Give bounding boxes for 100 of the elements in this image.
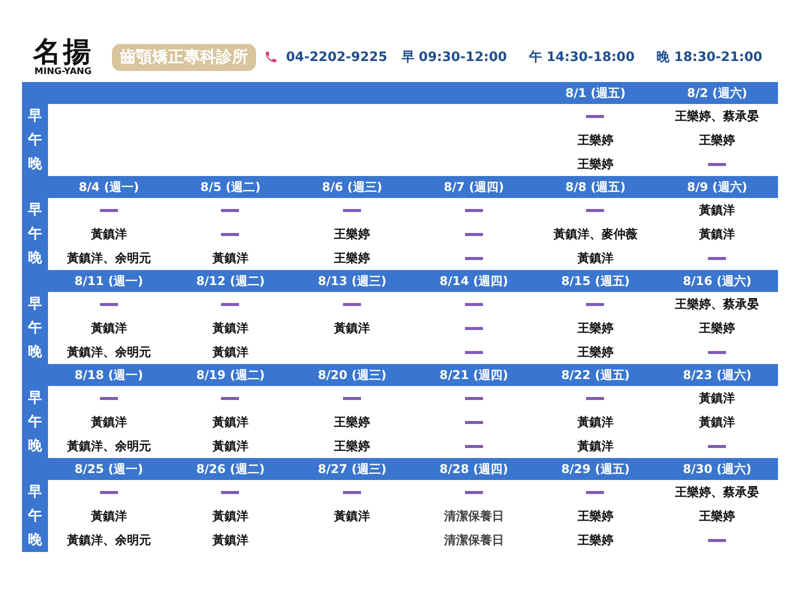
doctor-name: 王樂婷 [334,414,370,430]
date-header: 8/19 (週二) [170,364,292,386]
dash-icon [343,302,362,306]
doctor-name: 王樂婷 [334,226,370,242]
doctor-name: 黃鎮洋 [577,414,614,430]
dash-icon [221,208,240,212]
doctor-name: 黃鎮洋 [90,226,127,242]
dash-icon [100,302,118,306]
date-header: 8/9 (週六) [656,176,778,198]
session-label: 晚 [22,152,48,176]
date-header: 8/27 (週三) [291,458,413,480]
date-header: 8/4 (週一) [48,176,170,198]
dash-icon [708,256,726,260]
doctor-name: 黃鎮洋 [90,414,127,430]
date-header: 8/5 (週二) [170,176,292,198]
date-header: 8/20 (週三) [291,364,413,386]
dash-icon [221,490,240,494]
date-header: 8/13 (週三) [291,270,413,292]
session-label: 早 [22,386,48,410]
dash-icon [221,396,240,400]
doctor-name: 黃鎮洋、余明元 [66,344,151,360]
doctor-name: 黃鎮洋、余明元 [66,532,151,548]
doctor-name: 黃鎮洋 [212,532,248,548]
session-label: 早 [22,104,48,128]
dash-icon [343,490,362,494]
clinic-badge: 齒顎矯正專科診所 [112,44,256,70]
doctor-name: 黃鎮洋 [212,344,248,360]
logo-subtitle: MING-YANG [34,67,92,77]
session-label: 晚 [22,434,48,458]
dash-icon [586,208,604,212]
session-label: 午 [22,222,48,246]
date-header: 8/28 (週四) [412,458,535,480]
dash-icon [100,490,118,494]
doctor-name: 王樂婷 [334,250,370,266]
doctor-name: 黃鎮洋 [212,320,248,336]
date-header: 8/22 (週五) [534,364,656,386]
opening-hours: 晚 18:30-21:00 [656,49,762,66]
doctor-name: 黃鎮洋 [699,390,736,406]
session-label: 午 [22,128,48,152]
doctor-name: 王樂婷 [577,344,614,360]
doctor-name: 黃鎮洋 [90,320,127,336]
session-label: 早 [22,198,48,222]
session-label: 晚 [22,528,48,552]
dash-icon [464,350,483,354]
doctor-name: 黃鎮洋 [699,226,736,242]
doctor-name: 王樂婷 [699,320,736,336]
dash-icon [464,420,483,424]
doctor-name: 王樂婷 [699,132,736,148]
doctor-name: 王樂婷 [577,132,614,148]
dash-icon [708,538,726,542]
doctor-name: 黃鎮洋、余明元 [66,250,151,266]
dash-icon [586,302,604,306]
dash-icon [464,208,483,212]
session-label: 午 [22,504,48,528]
doctor-name: 王樂婷 [577,156,614,172]
date-header: 8/29 (週五) [534,458,656,480]
dash-icon [708,350,726,354]
session-label: 午 [22,410,48,434]
doctor-name: 王樂婷 [577,508,614,524]
doctor-name: 王樂婷 [577,532,614,548]
doctor-name: 王樂婷、蔡承晏 [675,484,760,500]
date-header: 8/15 (週五) [534,270,656,292]
date-header: 8/8 (週五) [534,176,656,198]
session-label: 早 [22,292,48,316]
doctor-name: 王樂婷 [577,320,614,336]
opening-hours: 午 14:30-18:00 [528,49,635,66]
closure-note: 清潔保養日 [444,532,504,548]
dash-icon [100,396,118,400]
doctor-name: 王樂婷、蔡承晏 [675,108,760,124]
dash-icon [708,444,726,448]
dash-icon [586,114,604,118]
doctor-name: 黃鎮洋 [212,438,248,454]
doctor-name: 黃鎮洋、余明元 [66,438,151,454]
doctor-name: 黃鎮洋 [577,250,614,266]
date-header: 8/25 (週一) [48,458,170,480]
session-label: 午 [22,316,48,340]
dash-icon [464,396,483,400]
dash-icon [464,490,483,494]
closure-note: 清潔保養日 [444,508,504,524]
logo: 名揚 [33,37,93,67]
doctor-name: 黃鎮洋 [212,414,248,430]
doctor-name: 黃鎮洋 [699,202,736,218]
doctor-name: 黃鎮洋 [699,414,736,430]
date-header: 8/21 (週四) [412,364,535,386]
date-header: 8/12 (週二) [170,270,292,292]
doctor-name: 黃鎮洋 [90,508,127,524]
dash-icon [343,208,362,212]
doctor-name: 黃鎮洋 [334,320,370,336]
doctor-name: 王樂婷、蔡承晏 [675,296,760,312]
date-header: 8/23 (週六) [656,364,778,386]
dash-icon [100,208,118,212]
doctor-name: 王樂婷 [334,438,370,454]
doctor-name: 黃鎮洋 [577,438,614,454]
phone-number: 04-2202-9225 [286,50,388,64]
date-header: 8/30 (週六) [656,458,778,480]
doctor-name: 黃鎮洋、麥仲薇 [553,226,638,242]
dash-icon [586,490,604,494]
session-label: 早 [22,480,48,504]
date-header: 8/14 (週四) [412,270,535,292]
date-header: 8/11 (週一) [48,270,170,292]
